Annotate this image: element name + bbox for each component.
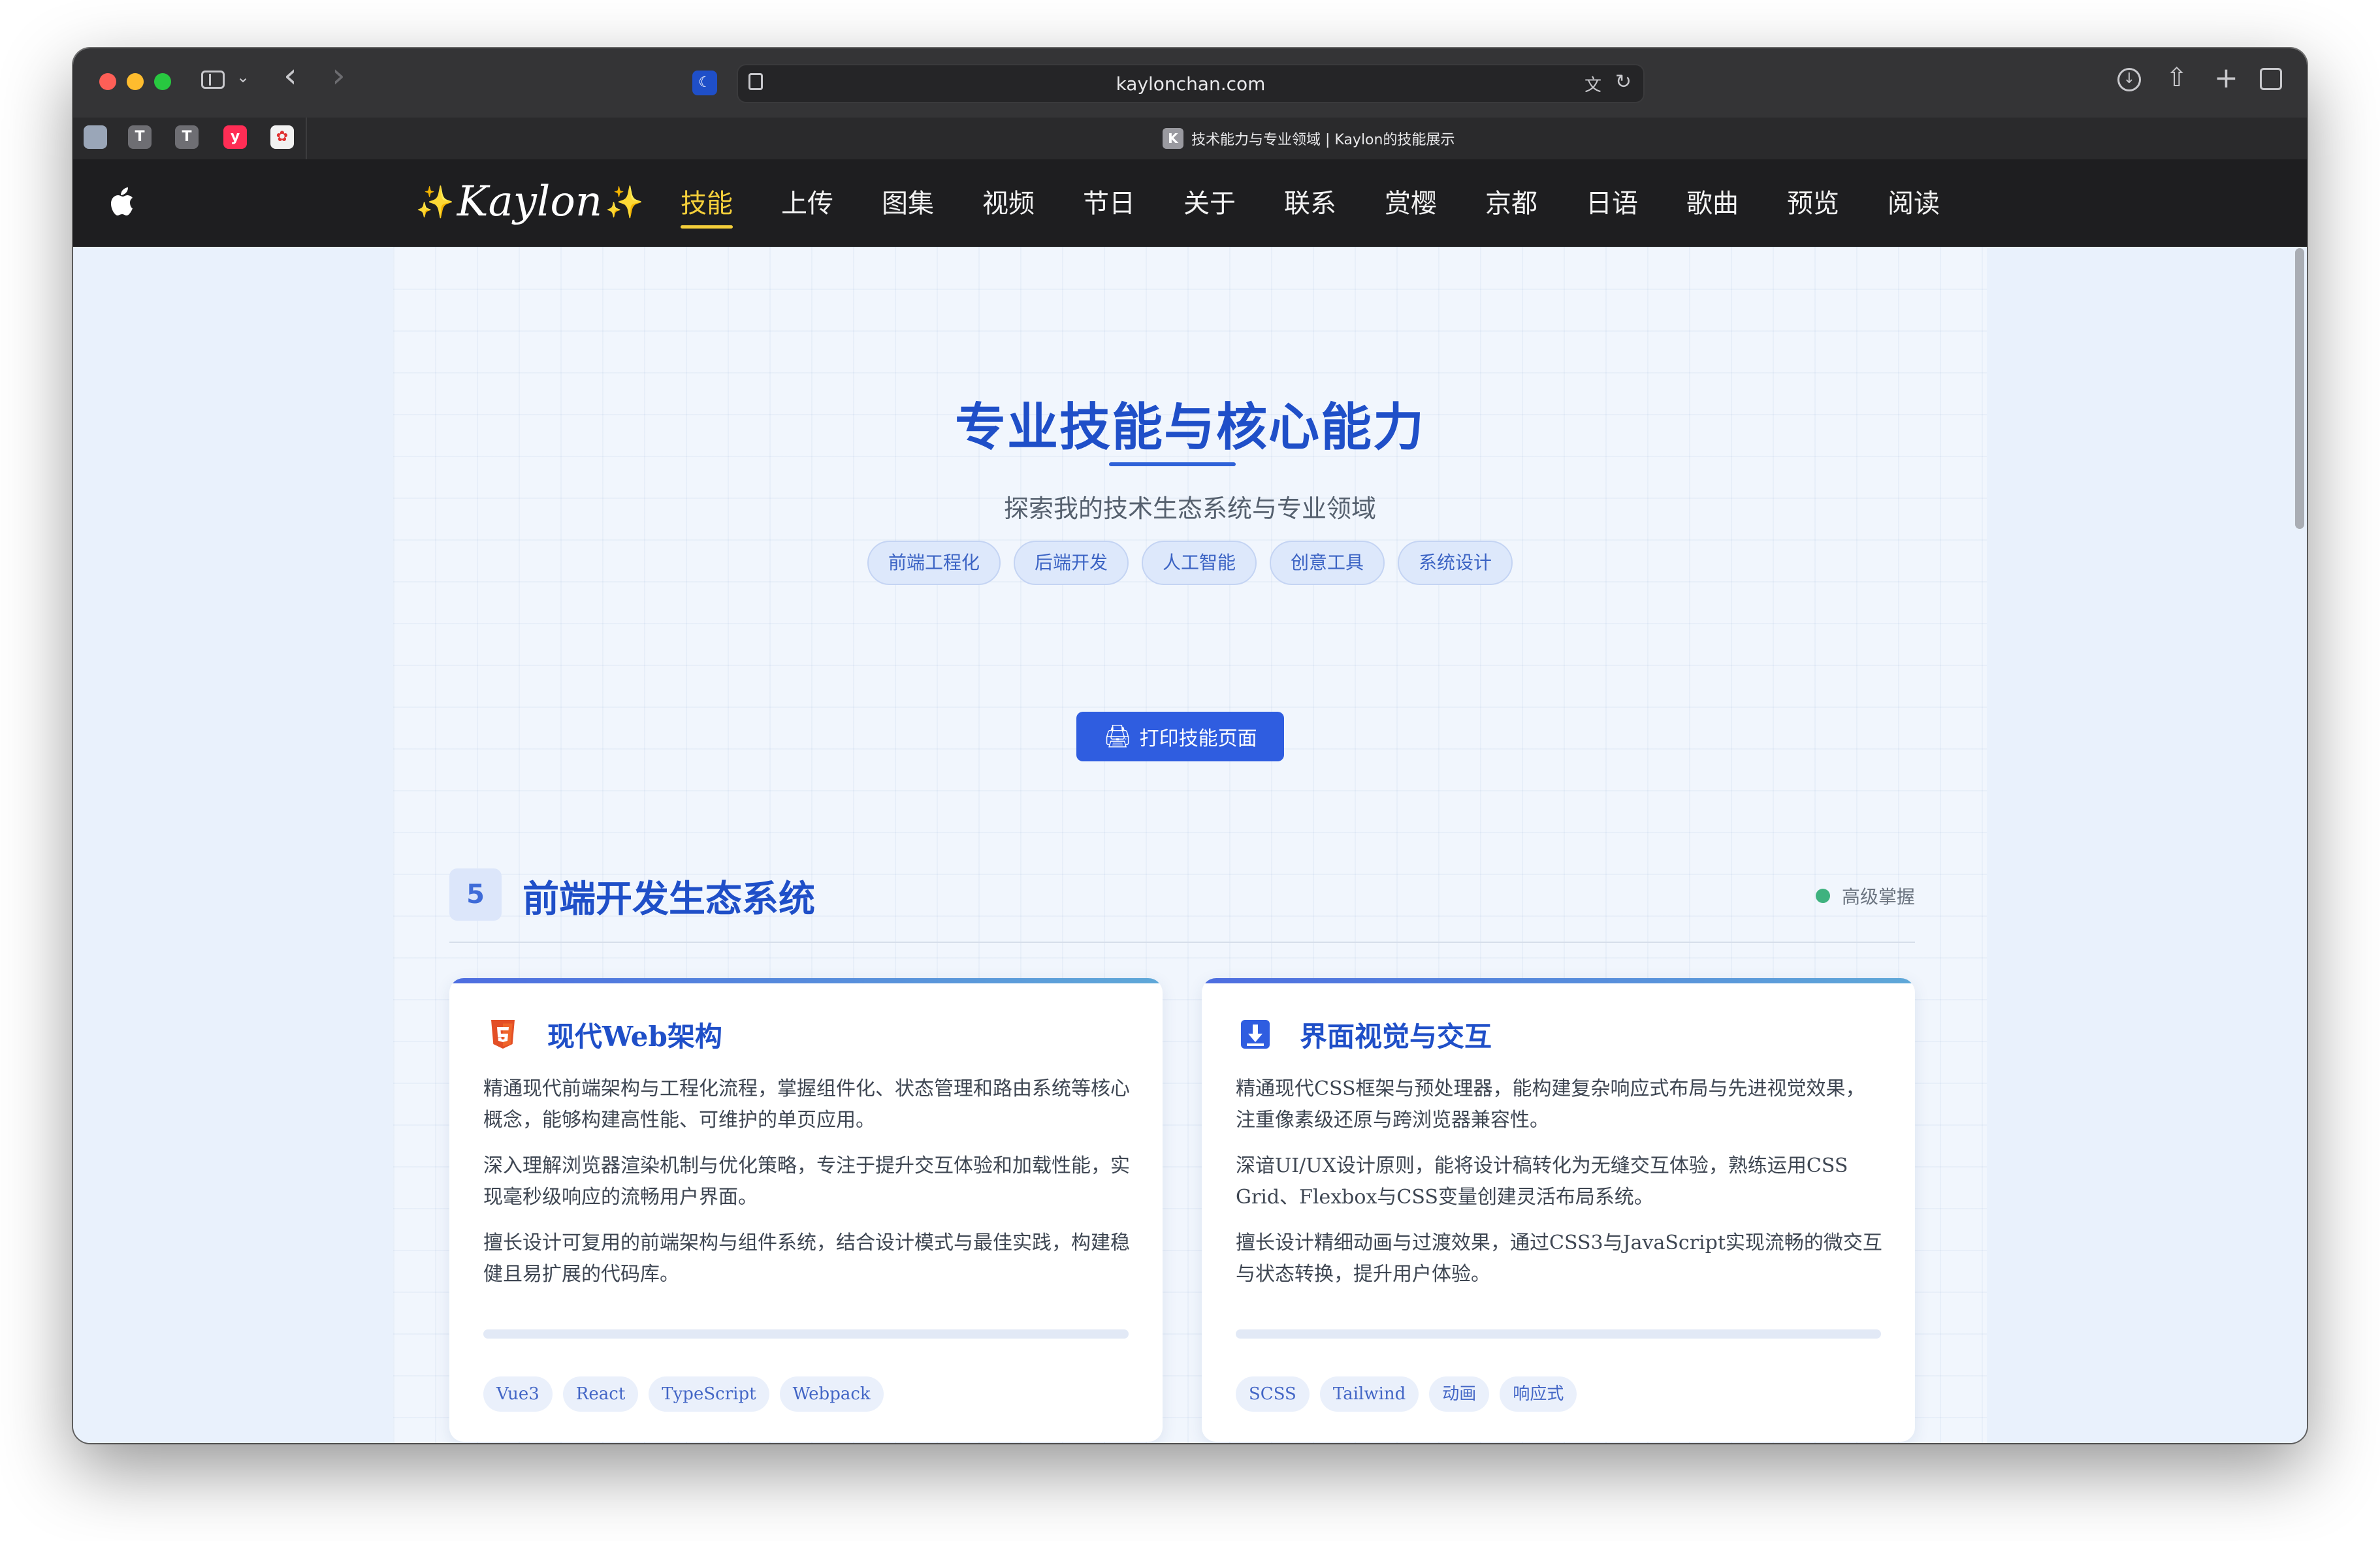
page-scrollbar[interactable] bbox=[2295, 248, 2304, 529]
url-text[interactable]: kaylonchan.com bbox=[738, 73, 1643, 95]
css3-badge-icon: 5 bbox=[449, 868, 502, 921]
nav-link-upload[interactable]: 上传 bbox=[781, 185, 833, 222]
close-window-button[interactable] bbox=[99, 73, 116, 90]
pill-system-design[interactable]: 系统设计 bbox=[1398, 541, 1513, 585]
skill-level: 高级掌握 bbox=[1815, 883, 1915, 909]
active-tab[interactable]: K 技术能力与专业领域 | Kaylon的技能展示 bbox=[1163, 127, 1455, 150]
tag[interactable]: Tailwind bbox=[1319, 1376, 1419, 1412]
nav-link-video[interactable]: 视频 bbox=[982, 185, 1035, 222]
category-pills: 前端工程化 后端开发 人工智能 创意工具 系统设计 bbox=[73, 541, 2307, 585]
card-tags: SCSS Tailwind 动画 响应式 bbox=[1236, 1376, 1587, 1412]
reload-icon[interactable]: ↻ bbox=[1615, 71, 1632, 93]
card-title: 界面视觉与交互 bbox=[1300, 1021, 1492, 1053]
pinned-tab-shield-icon[interactable] bbox=[84, 125, 107, 149]
card-progress-track bbox=[483, 1329, 1129, 1339]
tab-favicon: K bbox=[1163, 128, 1183, 149]
card-paragraph: 精通现代前端架构与工程化流程，掌握组件化、状态管理和路由系统等核心概念，能够构建… bbox=[483, 1077, 1130, 1132]
apple-logo-icon[interactable] bbox=[108, 187, 135, 215]
skill-card: 界面视觉与交互 精通现代CSS框架与预处理器，能构建复杂响应式布局与先进视觉效果… bbox=[1202, 978, 1915, 1442]
pill-creative-tools[interactable]: 创意工具 bbox=[1270, 541, 1385, 585]
sidebar-toggle-icon[interactable] bbox=[201, 71, 225, 89]
card-paragraph: 深谙UI/UX设计原则，能将设计稿转化为无缝交互体验，熟练运用CSS Grid、… bbox=[1236, 1154, 1848, 1209]
active-tab-title: 技术能力与专业领域 | Kaylon的技能展示 bbox=[1191, 132, 1455, 148]
nav-link-gallery[interactable]: 图集 bbox=[882, 185, 934, 222]
level-status-dot bbox=[1815, 889, 1830, 903]
card-paragraph: 精通现代CSS框架与预处理器，能构建复杂响应式布局与先进视觉效果，注重像素级还原… bbox=[1236, 1077, 1865, 1132]
nav-link-sakura[interactable]: 赏樱 bbox=[1385, 185, 1437, 222]
back-arrow-icon[interactable]: ‹ bbox=[283, 59, 297, 93]
page-content: 专业技能与核心能力 探索我的技术生态系统与专业领域 前端工程化 后端开发 人工智… bbox=[73, 247, 2307, 1443]
logo-text: Kaylon bbox=[457, 178, 603, 226]
tag[interactable]: 响应式 bbox=[1500, 1376, 1577, 1412]
tag[interactable]: SCSS bbox=[1236, 1376, 1310, 1412]
nav-link-festival[interactable]: 节日 bbox=[1083, 185, 1135, 222]
sparkle-icon-2: ✨ bbox=[605, 183, 644, 221]
print-button-label: 打印技能页面 bbox=[1139, 727, 1257, 750]
card-paragraph: 深入理解浏览器渲染机制与优化策略，专注于提升交互体验和加载性能，实现毫秒级响应的… bbox=[483, 1154, 1130, 1209]
chevron-down-icon[interactable]: ⌄ bbox=[236, 68, 249, 86]
title-underline bbox=[1109, 462, 1236, 466]
browser-toolbar: ⌄ ‹ › ☾ kaylonchan.com 文 ↻ ↓ ⇧ + bbox=[73, 48, 2307, 119]
nav-link-reading[interactable]: 阅读 bbox=[1888, 185, 1940, 222]
sparkle-icon: ✨ bbox=[415, 183, 455, 221]
html5-icon bbox=[491, 1020, 515, 1049]
site-logo[interactable]: ✨ Kaylon ✨ bbox=[413, 178, 647, 226]
card-paragraph: 擅长设计可复用的前端架构与组件系统，结合设计模式与最佳实践，构建稳健且易扩展的代… bbox=[483, 1231, 1130, 1286]
downloads-icon[interactable]: ↓ bbox=[2117, 68, 2141, 91]
nav-link-contact[interactable]: 联系 bbox=[1284, 185, 1336, 222]
printer-icon: 🖨 bbox=[1103, 723, 1132, 750]
zoom-window-button[interactable] bbox=[154, 73, 171, 90]
tag[interactable]: Webpack bbox=[779, 1376, 884, 1412]
tab-divider bbox=[306, 118, 307, 159]
moon-extension-icon[interactable]: ☾ bbox=[692, 71, 717, 95]
translate-icon[interactable]: 文 bbox=[1584, 72, 1601, 96]
forward-arrow-icon[interactable]: › bbox=[332, 59, 346, 93]
nav-link-preview[interactable]: 预览 bbox=[1787, 185, 1839, 222]
page-title: 专业技能与核心能力 bbox=[954, 398, 1425, 457]
tag[interactable]: Vue3 bbox=[483, 1376, 553, 1412]
minimize-window-button[interactable] bbox=[127, 73, 144, 90]
card-body: 精通现代CSS框架与预处理器，能构建复杂响应式布局与先进视觉效果，注重像素级还原… bbox=[1236, 1073, 1882, 1305]
card-progress-track bbox=[1236, 1329, 1881, 1339]
nav-link-about[interactable]: 关于 bbox=[1183, 185, 1236, 222]
pill-ai[interactable]: 人工智能 bbox=[1141, 541, 1257, 585]
nav-links: 技能 上传 图集 视频 节日 关于 联系 赏樱 京都 日语 歌曲 预览 阅读 bbox=[681, 185, 1988, 229]
skill-card: 现代Web架构 精通现代前端架构与工程化流程，掌握组件化、状态管理和路由系统等核… bbox=[449, 978, 1163, 1442]
pinned-tab-flower-icon[interactable]: ✿ bbox=[270, 125, 294, 149]
pill-frontend-engineering[interactable]: 前端工程化 bbox=[867, 541, 1001, 585]
card-tags: Vue3 React TypeScript Webpack bbox=[483, 1376, 894, 1412]
share-icon[interactable]: ⇧ bbox=[2166, 63, 2188, 93]
nav-link-kyoto[interactable]: 京都 bbox=[1485, 185, 1537, 222]
pinned-tab-t-icon[interactable]: T bbox=[128, 125, 152, 149]
tag[interactable]: React bbox=[562, 1376, 639, 1412]
section-title: 前端开发生态系统 bbox=[523, 878, 815, 921]
section-header: 5 前端开发生态系统 高级掌握 bbox=[449, 863, 1915, 943]
tag[interactable]: TypeScript bbox=[649, 1376, 769, 1412]
print-button[interactable]: 🖨 打印技能页面 bbox=[1076, 712, 1284, 761]
new-tab-icon[interactable]: + bbox=[2214, 61, 2238, 95]
browser-window: ⌄ ‹ › ☾ kaylonchan.com 文 ↻ ↓ ⇧ + T T y ✿… bbox=[73, 48, 2307, 1443]
card-body: 精通现代前端架构与工程化流程，掌握组件化、状态管理和路由系统等核心概念，能够构建… bbox=[483, 1073, 1130, 1305]
nav-link-skills[interactable]: 技能 bbox=[681, 185, 733, 229]
tab-overview-icon[interactable] bbox=[2260, 68, 2282, 90]
site-navbar: ✨ Kaylon ✨ 技能 上传 图集 视频 节日 关于 联系 赏樱 京都 日语… bbox=[73, 159, 2307, 247]
pill-backend[interactable]: 后端开发 bbox=[1013, 541, 1129, 585]
download-box-icon bbox=[1241, 1020, 1270, 1049]
tab-bar: T T y ✿ K 技术能力与专业领域 | Kaylon的技能展示 bbox=[73, 118, 2307, 159]
skill-level-label: 高级掌握 bbox=[1841, 886, 1915, 908]
tag[interactable]: 动画 bbox=[1429, 1376, 1490, 1412]
card-paragraph: 擅长设计精细动画与过渡效果，通过CSS3与JavaScript实现流畅的微交互与… bbox=[1236, 1231, 1882, 1286]
nav-link-japanese[interactable]: 日语 bbox=[1586, 185, 1638, 222]
pinned-tab-y-icon[interactable]: y bbox=[223, 125, 247, 149]
card-title: 现代Web架构 bbox=[547, 1021, 722, 1053]
nav-link-songs[interactable]: 歌曲 bbox=[1686, 185, 1739, 222]
pinned-tab-t-icon-2[interactable]: T bbox=[175, 125, 199, 149]
page-subtitle: 探索我的技术生态系统与专业领域 bbox=[1003, 494, 1376, 523]
address-bar[interactable]: kaylonchan.com 文 ↻ bbox=[737, 64, 1645, 103]
